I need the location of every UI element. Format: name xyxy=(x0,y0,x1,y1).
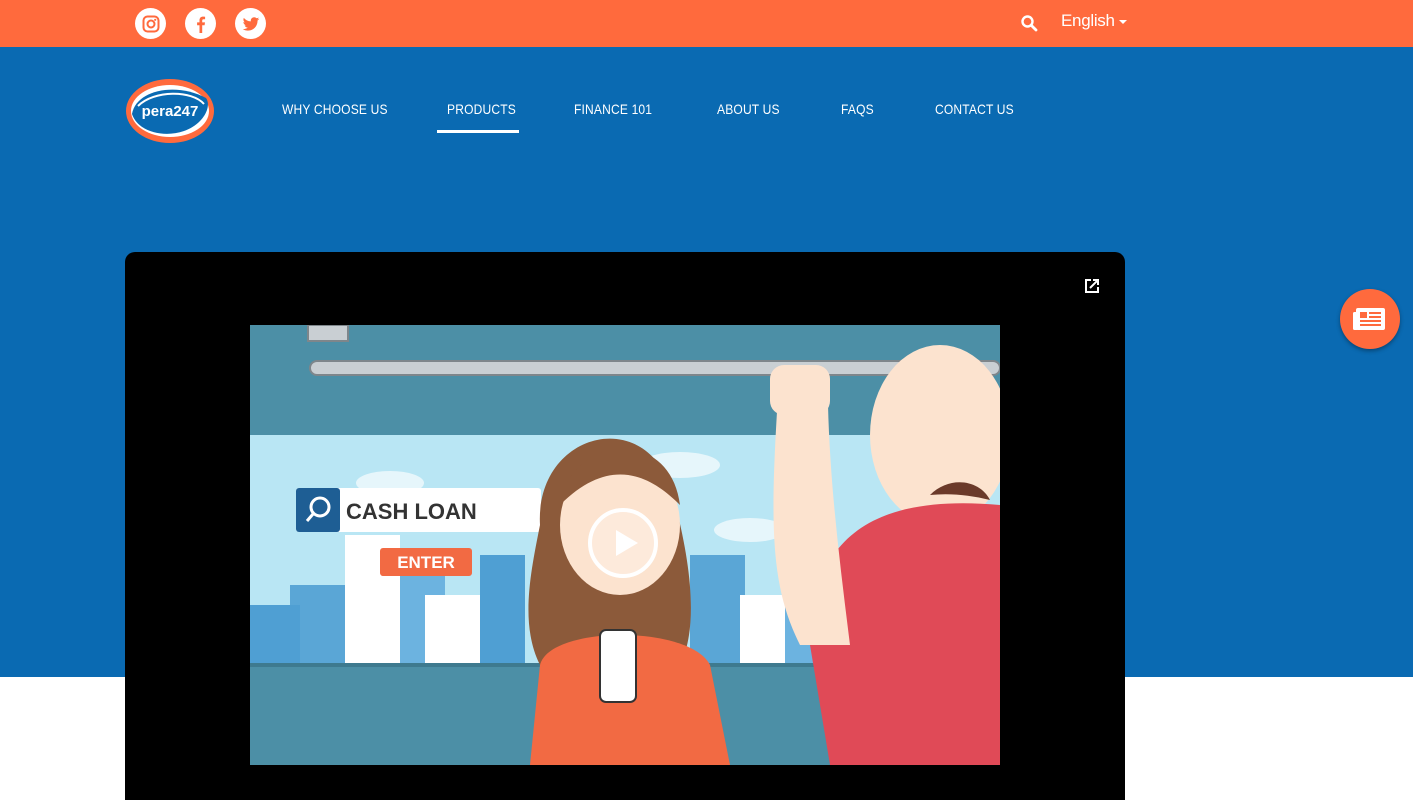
facebook-icon xyxy=(196,16,205,33)
brand-logo[interactable]: pera247 xyxy=(124,76,216,146)
search-button[interactable] xyxy=(1017,11,1041,35)
nav-faqs[interactable]: FAQS xyxy=(841,101,874,117)
search-text: CASH LOAN xyxy=(346,499,477,524)
nav-products[interactable]: PRODUCTS xyxy=(447,101,516,117)
language-selector[interactable]: English xyxy=(1061,11,1127,31)
nav-contact-us[interactable]: CONTACT US xyxy=(935,101,1014,117)
news-icon xyxy=(1353,308,1385,330)
nav-why-choose-us[interactable]: WHY CHOOSE US xyxy=(282,101,388,117)
facebook-link[interactable] xyxy=(185,8,216,39)
search-icon xyxy=(1021,15,1038,32)
instagram-icon xyxy=(142,15,159,32)
logo-text: pera247 xyxy=(142,103,199,120)
nav-active-indicator xyxy=(437,130,519,133)
news-button[interactable] xyxy=(1340,289,1400,349)
language-label: English xyxy=(1061,11,1115,30)
chevron-down-icon xyxy=(1118,19,1127,24)
external-link-icon[interactable] xyxy=(1080,274,1104,298)
enter-text: ENTER xyxy=(397,553,455,572)
nav-finance-101[interactable]: FINANCE 101 xyxy=(574,101,652,117)
twitter-link[interactable] xyxy=(235,8,266,39)
instagram-link[interactable] xyxy=(135,8,166,39)
nav-about-us[interactable]: ABOUT US xyxy=(717,101,780,117)
twitter-icon xyxy=(242,16,259,31)
video-player[interactable]: CASH LOAN ENTER xyxy=(125,252,1125,800)
play-icon[interactable] xyxy=(587,507,659,579)
